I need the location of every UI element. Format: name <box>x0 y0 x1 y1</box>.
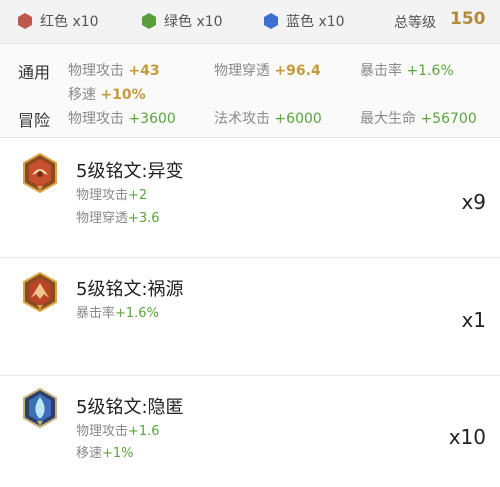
gem-red: 红色 x10 <box>16 11 99 31</box>
rune-attr: 物理攻击+2 <box>76 188 148 203</box>
red-hexagon-icon <box>18 13 32 29</box>
stat-general-move-speed: 移速 +10% <box>68 87 146 103</box>
red-rune-icon <box>23 272 57 312</box>
stats-category-general: 通用 <box>18 63 51 82</box>
rune-count: x10 <box>448 425 486 449</box>
rune-attr: 移速+1% <box>76 446 134 461</box>
stat-adventure-max-hp: 最大生命 +56700 <box>360 111 477 127</box>
gem-red-label: 红色 x10 <box>40 14 99 30</box>
gem-summary-bar: 红色 x10 绿色 x10 蓝色 x10 总等级 150 <box>0 0 500 44</box>
stat-adventure-phys-attack: 物理攻击 +3600 <box>68 111 176 127</box>
gem-blue-label: 蓝色 x10 <box>286 14 345 30</box>
rune-row[interactable]: 5级铭文:祸源 暴击率+1.6% x1 <box>0 258 500 376</box>
stats-summary: 通用 物理攻击 +43 物理穿透 +96.4 暴击率 +1.6% 移速 +10%… <box>0 44 500 138</box>
green-hexagon-icon <box>142 13 156 29</box>
rune-count: x9 <box>461 190 486 214</box>
rune-title: 5级铭文:祸源 <box>76 279 184 300</box>
red-rune-icon <box>23 153 57 193</box>
total-level-value: 150 <box>450 9 486 29</box>
stats-category-adventure: 冒险 <box>18 111 51 130</box>
blue-rune-icon <box>23 388 57 428</box>
rune-row[interactable]: 5级铭文:异变 物理攻击+2 物理穿透+3.6 x9 <box>0 138 500 258</box>
blue-hexagon-icon <box>264 13 278 29</box>
rune-attr: 物理攻击+1.6 <box>76 424 160 439</box>
rune-count: x1 <box>461 308 486 332</box>
stat-general-phys-attack: 物理攻击 +43 <box>68 63 160 79</box>
gem-blue: 蓝色 x10 <box>262 11 345 31</box>
rune-attr: 暴击率+1.6% <box>76 306 159 321</box>
rune-attr: 物理穿透+3.6 <box>76 211 160 226</box>
stat-general-phys-pen: 物理穿透 +96.4 <box>214 63 321 79</box>
rune-title: 5级铭文:隐匿 <box>76 397 184 418</box>
total-level-label: 总等级 <box>394 15 436 31</box>
gem-green-label: 绿色 x10 <box>164 14 223 30</box>
rune-row[interactable]: 5级铭文:隐匿 物理攻击+1.6 移速+1% x10 <box>0 376 500 487</box>
stat-general-crit-rate: 暴击率 +1.6% <box>360 63 454 79</box>
stat-adventure-magic-attack: 法术攻击 +6000 <box>214 111 322 127</box>
rune-title: 5级铭文:异变 <box>76 161 184 182</box>
gem-green: 绿色 x10 <box>140 11 223 31</box>
